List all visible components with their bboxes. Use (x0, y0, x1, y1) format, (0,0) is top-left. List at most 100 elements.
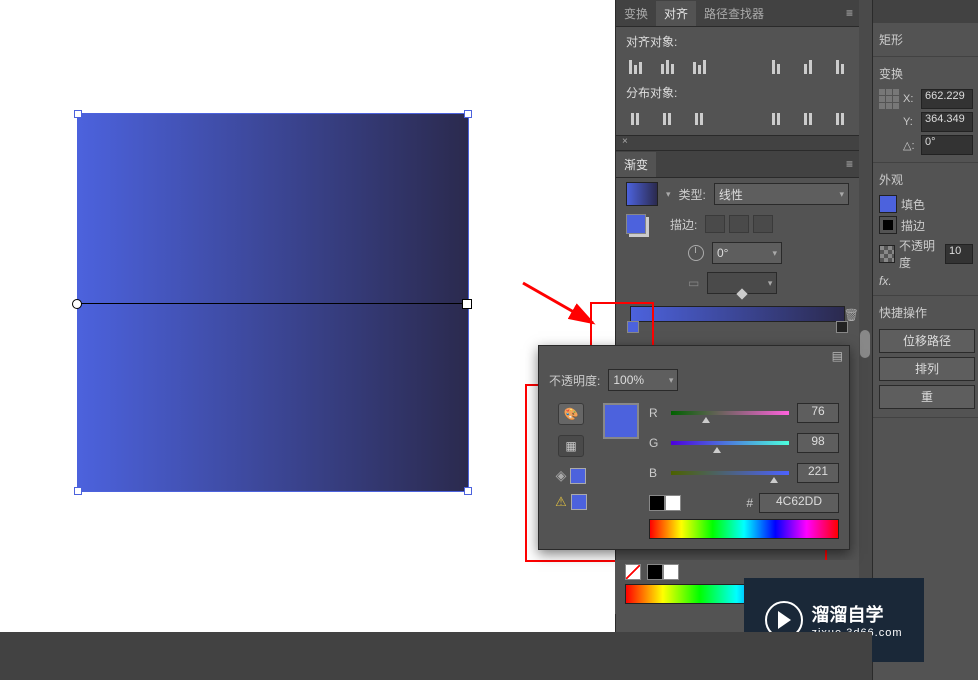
panel-scrollbar[interactable] (858, 0, 872, 632)
distribute-objects-label: 分布对象: (616, 78, 859, 105)
dist-left-icon[interactable] (767, 109, 785, 125)
sel-handle-bl[interactable] (74, 487, 82, 495)
arrange-button[interactable]: 排列 (879, 357, 975, 381)
panel-menu-icon[interactable]: ≡ (846, 6, 853, 20)
opacity-prop-input[interactable]: 10 (945, 244, 973, 264)
chevron-down-icon: ▾ (772, 248, 777, 259)
r-value[interactable]: 76 (797, 403, 839, 423)
color-picker-popover: ▤ 不透明度: 100% ▾ 🎨 ▦ ◈ ⚠ R 76 (538, 345, 850, 550)
footer-bar (0, 632, 872, 680)
align-bottom-icon[interactable] (831, 58, 849, 74)
gradient-type-label: 类型: (679, 186, 706, 203)
gradient-type-dropdown[interactable]: 线性 ▾ (714, 183, 849, 205)
gradient-tab-bar: 渐变 ≡ (616, 151, 859, 178)
dist-hcenter-icon[interactable] (799, 109, 817, 125)
dist-right-icon[interactable] (831, 109, 849, 125)
warning-icon: ⚠ (555, 494, 567, 510)
gradient-ramp[interactable]: 🗑 (616, 298, 859, 326)
fill-stroke-swatch[interactable] (626, 214, 646, 234)
g-slider[interactable] (671, 438, 789, 448)
angle-icon (688, 245, 704, 261)
align-left-icon[interactable] (626, 58, 644, 74)
popover-menu-icon[interactable]: ▤ (832, 349, 843, 363)
offset-path-button[interactable]: 位移路径 (879, 329, 975, 353)
y-label: Y: (903, 116, 917, 128)
black-white-swatch[interactable] (649, 495, 681, 511)
sel-handle-tl[interactable] (74, 110, 82, 118)
dist-top-icon[interactable] (626, 109, 644, 125)
canvas-area[interactable] (0, 0, 615, 632)
b-label: B (649, 466, 663, 480)
color-mode-swatches-icon[interactable]: ▦ (558, 435, 584, 457)
dist-bottom-icon[interactable] (690, 109, 708, 125)
x-label: X: (903, 93, 917, 105)
appearance-title: 外观 (879, 167, 973, 192)
sel-handle-tr[interactable] (464, 110, 472, 118)
websafe-swatch[interactable] (570, 468, 586, 484)
align-vcenter-icon[interactable] (799, 58, 817, 74)
gradient-preview-swatch[interactable] (626, 182, 658, 206)
dist-vcenter-icon[interactable] (658, 109, 676, 125)
b-slider[interactable] (671, 468, 789, 478)
gradient-stop-right[interactable] (836, 321, 848, 333)
black-white-swatch-2[interactable] (647, 564, 679, 580)
rotate-input[interactable]: 0° (921, 135, 973, 155)
opacity-value: 100% (613, 373, 644, 387)
gradient-start-handle[interactable] (72, 299, 82, 309)
rotate-label: △: (903, 139, 917, 152)
quick-actions-title: 快捷操作 (879, 300, 973, 325)
close-panel-icon[interactable]: × (622, 136, 628, 147)
tab-gradient[interactable]: 渐变 (616, 152, 656, 177)
align-top-icon[interactable] (767, 58, 785, 74)
color-mode-palette-icon[interactable]: 🎨 (558, 403, 584, 425)
reference-point-icon[interactable] (879, 89, 899, 109)
gradient-end-handle[interactable] (462, 299, 472, 309)
fill-swatch[interactable] (879, 195, 897, 213)
opacity-label: 不透明度: (549, 372, 600, 389)
outofgamut-swatch[interactable] (571, 494, 587, 510)
tab-align[interactable]: 对齐 (656, 1, 696, 26)
r-label: R (649, 406, 663, 420)
aspect-ratio-icon: ▭ (688, 276, 699, 290)
gradient-annotator[interactable] (77, 303, 467, 304)
tab-pathfinder[interactable]: 路径查找器 (696, 1, 772, 26)
align-right-icon[interactable] (690, 58, 708, 74)
gradient-stroke-label: 描边: (670, 216, 697, 233)
r-slider[interactable] (671, 408, 789, 418)
gradient-type-value: 线性 (719, 186, 743, 203)
gradient-panel-menu-icon[interactable]: ≡ (846, 157, 853, 171)
align-objects-label: 对齐对象: (616, 27, 859, 54)
watermark-line1: 溜溜自学 (811, 601, 902, 627)
gradient-angle-input[interactable]: 0° ▾ (712, 242, 782, 264)
g-value[interactable]: 98 (797, 433, 839, 453)
spectrum-bar[interactable] (649, 519, 839, 539)
stroke-gradient-type-icons[interactable] (705, 215, 773, 233)
align-tab-bar: 变换 对齐 路径查找器 ≡ (616, 0, 859, 27)
current-color-swatch[interactable] (603, 403, 639, 439)
chevron-down-icon: ▾ (839, 189, 844, 200)
gradient-angle-value: 0° (717, 246, 728, 260)
shape-title: 矩形 (879, 27, 973, 52)
opacity-swatch-icon[interactable] (879, 245, 895, 263)
hex-input[interactable]: 4C62DD (759, 493, 839, 513)
fx-label[interactable]: fx. (879, 274, 892, 288)
opacity-input[interactable]: 100% ▾ (608, 369, 678, 391)
fill-label: 填色 (901, 196, 925, 213)
cube-icon: ◈ (556, 467, 567, 484)
g-label: G (649, 436, 663, 450)
stroke-swatch[interactable] (879, 216, 897, 234)
b-value[interactable]: 221 (797, 463, 839, 483)
align-hcenter-icon[interactable] (658, 58, 676, 74)
reset-button[interactable]: 重 (879, 385, 975, 409)
opacity-prop-label: 不透明度 (899, 237, 941, 271)
trash-icon[interactable]: 🗑 (844, 308, 859, 322)
none-swatch-icon[interactable] (625, 564, 641, 580)
y-input[interactable]: 364.349 (921, 112, 973, 132)
stroke-label: 描边 (901, 217, 925, 234)
gradient-stop-left[interactable] (627, 321, 639, 333)
tab-transform[interactable]: 变换 (616, 1, 656, 26)
sel-handle-br[interactable] (464, 487, 472, 495)
scrollbar-thumb[interactable] (860, 330, 870, 358)
x-input[interactable]: 662.229 (921, 89, 973, 109)
panel-separator: × (616, 135, 859, 151)
